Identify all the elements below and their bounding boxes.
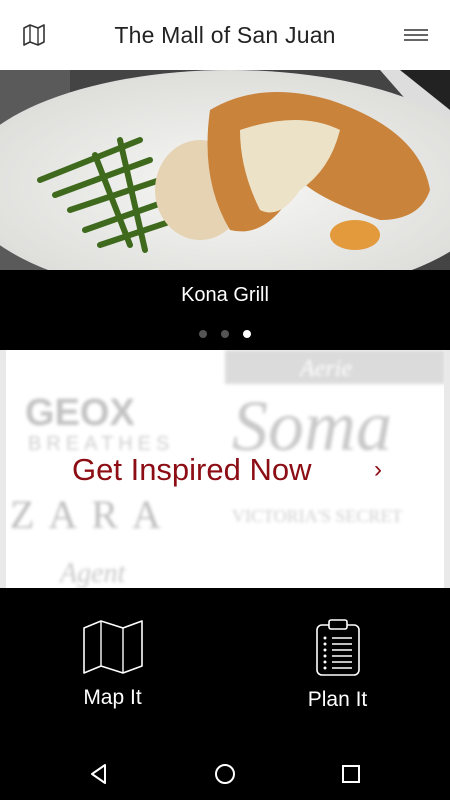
map-it-label: Map It (83, 686, 142, 709)
brand-logo-zara: ZARA (10, 492, 175, 537)
map-it-button[interactable]: Map It (0, 618, 225, 710)
carousel-caption-bar: Kona Grill (0, 270, 450, 350)
home-circle-icon[interactable] (213, 762, 237, 786)
hamburger-menu-icon[interactable] (404, 27, 428, 43)
carousel-dot-active[interactable] (243, 330, 251, 338)
carousel-dot[interactable] (221, 330, 229, 338)
plan-it-button[interactable]: Plan It (225, 618, 450, 712)
brand-logo-geox: GEOX (25, 392, 135, 434)
system-navigation-bar (0, 748, 450, 800)
carousel-indicator (0, 330, 450, 338)
get-inspired-label[interactable]: Get Inspired Now (72, 452, 312, 488)
carousel-image[interactable] (0, 70, 450, 270)
carousel-caption: Kona Grill (181, 284, 269, 306)
plan-it-label: Plan It (307, 688, 368, 711)
page-title: The Mall of San Juan (114, 21, 336, 48)
chevron-right-icon[interactable]: › (374, 456, 382, 484)
folded-map-icon[interactable] (22, 24, 46, 46)
brand-logo-agent: Agent (58, 558, 127, 588)
get-inspired-banner[interactable]: Aerie GEOX BREATHES Soma ZARA VICTORIA'S… (0, 350, 450, 588)
brand-logo-aerie: Aerie (298, 356, 352, 382)
folded-map-icon (82, 620, 143, 674)
action-bar: Map It Plan It (0, 588, 450, 748)
back-triangle-icon[interactable] (87, 762, 111, 786)
clipboard-list-icon (315, 619, 360, 676)
recents-square-icon[interactable] (339, 762, 363, 786)
brand-logo-victorias-secret: VICTORIA'S SECRET (232, 506, 402, 526)
banner-edge-right (444, 350, 450, 588)
carousel-dot[interactable] (199, 330, 207, 338)
banner-edge-left (0, 350, 6, 588)
app-header: The Mall of San Juan (0, 0, 450, 70)
food-photo (0, 70, 450, 270)
